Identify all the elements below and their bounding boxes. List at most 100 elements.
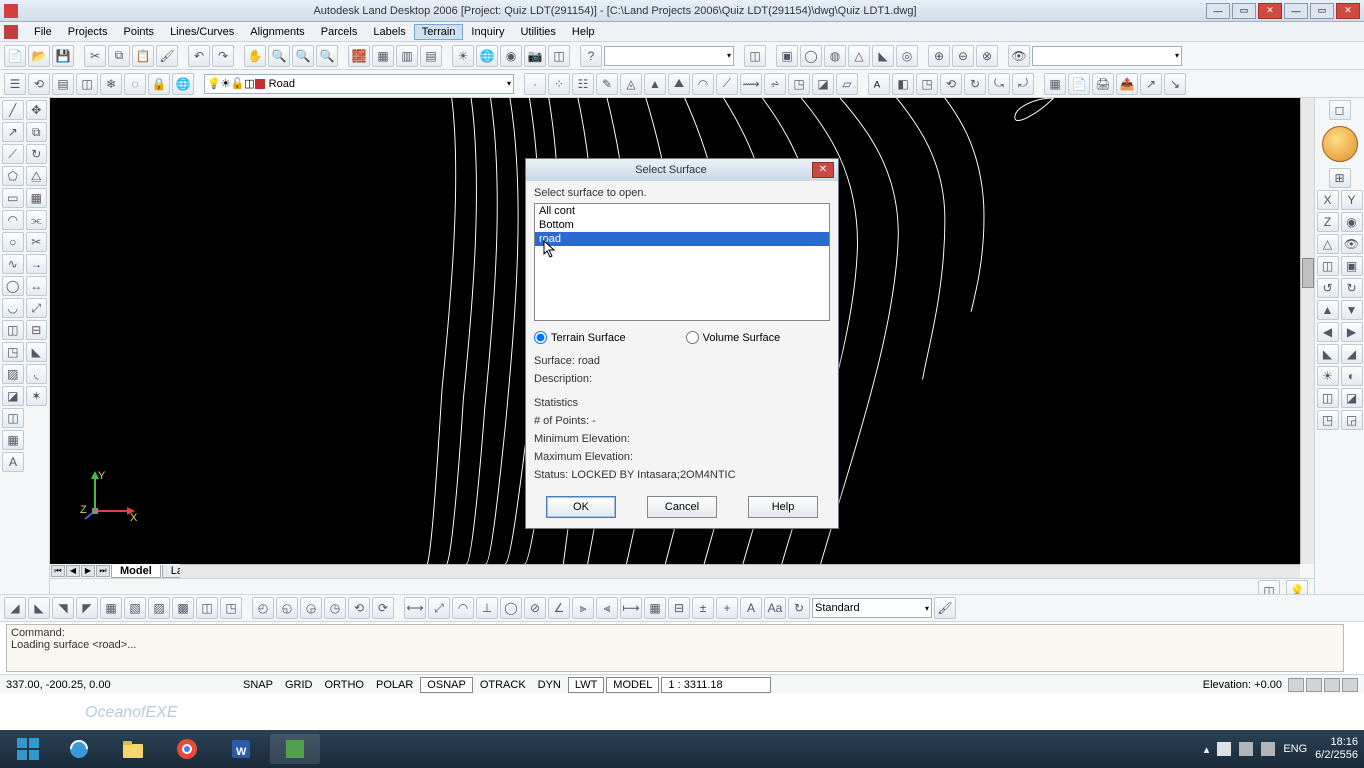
surface-listbox[interactable]: All cont Bottom road: [534, 203, 830, 321]
rotview-icon[interactable]: ⤿: [988, 73, 1010, 95]
menu-inquiry[interactable]: Inquiry: [463, 24, 512, 40]
cube-icon[interactable]: ◳: [916, 73, 938, 95]
align-icon[interactable]: ⟿: [740, 73, 762, 95]
dim-rad-icon[interactable]: ◯: [500, 597, 522, 619]
compass-globe-icon[interactable]: [1322, 126, 1358, 162]
ucsf-icon[interactable]: ◫: [1317, 256, 1339, 276]
dimstyle-combo[interactable]: Standard▾: [812, 598, 932, 618]
stretch-icon[interactable]: ↔: [26, 276, 48, 296]
arc-icon[interactable]: ◠: [2, 210, 24, 230]
pan-icon[interactable]: ✋: [244, 45, 266, 67]
tray-flag-icon[interactable]: [1217, 742, 1231, 756]
terrain-surface-radio[interactable]: Terrain Surface: [534, 331, 626, 344]
viewiso2-icon[interactable]: ◢: [1341, 344, 1363, 364]
point-icon[interactable]: ·: [524, 73, 546, 95]
menu-file[interactable]: File: [26, 24, 60, 40]
ucs2-icon[interactable]: ◧: [892, 73, 914, 95]
union-icon[interactable]: ⊕: [928, 45, 950, 67]
cut-icon[interactable]: ✂: [84, 45, 106, 67]
spline-icon[interactable]: ∿: [2, 254, 24, 274]
clip-icon[interactable]: ◫: [548, 45, 570, 67]
zoom-prev-icon[interactable]: 🔍: [292, 45, 314, 67]
inq4-icon[interactable]: ◤: [76, 597, 98, 619]
dialog-close-button[interactable]: ✕: [812, 162, 834, 178]
properties-icon[interactable]: 🧱: [348, 45, 370, 67]
solid-sphere-icon[interactable]: ◯: [800, 45, 822, 67]
chamfer-icon[interactable]: ◣: [26, 342, 48, 362]
break-icon[interactable]: ⊟: [26, 320, 48, 340]
line-icon[interactable]: ╱: [2, 100, 24, 120]
surface-option[interactable]: All cont: [535, 204, 829, 218]
inq10-icon[interactable]: ◳: [220, 597, 242, 619]
grid-toggle[interactable]: GRID: [280, 677, 318, 693]
tray-volume-icon[interactable]: [1261, 742, 1275, 756]
rotate3d-icon[interactable]: ↻: [964, 73, 986, 95]
insert-icon[interactable]: ◫: [2, 320, 24, 340]
coordinates[interactable]: 337.00, -200.25, 0.00: [6, 679, 236, 691]
dim-styleedit-icon[interactable]: 🖌: [934, 597, 956, 619]
menu-terrain[interactable]: Terrain: [414, 24, 464, 40]
maplayer-icon[interactable]: 🌐: [172, 73, 194, 95]
surface-option-selected[interactable]: road: [535, 232, 829, 246]
inq5-icon[interactable]: ▦: [100, 597, 122, 619]
solid-cone-icon[interactable]: △: [848, 45, 870, 67]
paste-icon[interactable]: 📋: [132, 45, 154, 67]
dim-quick-icon[interactable]: ⫸: [572, 597, 594, 619]
move-icon[interactable]: ✥: [26, 100, 48, 120]
trim-icon[interactable]: ✂: [26, 232, 48, 252]
viewtop-icon[interactable]: ▲: [1317, 300, 1339, 320]
solid-torus-icon[interactable]: ◎: [896, 45, 918, 67]
surface-option[interactable]: Bottom: [535, 218, 829, 232]
solid-cyl-icon[interactable]: ◍: [824, 45, 846, 67]
menu-labels[interactable]: Labels: [365, 24, 413, 40]
close-button[interactable]: ✕: [1258, 3, 1282, 19]
camera-icon[interactable]: 📷: [524, 45, 546, 67]
layerlock-icon[interactable]: 🔒: [148, 73, 170, 95]
ucs-world-icon[interactable]: ⊞: [1329, 168, 1351, 188]
snap-toggle[interactable]: SNAP: [238, 677, 278, 693]
section-icon[interactable]: ⟋: [716, 73, 738, 95]
gradient-icon[interactable]: ◪: [2, 386, 24, 406]
viewleft-icon[interactable]: ◀: [1317, 322, 1339, 342]
layer-prev-icon[interactable]: ⟲: [28, 73, 50, 95]
status-icon-4[interactable]: [1342, 678, 1358, 692]
materials-icon[interactable]: 🌐: [476, 45, 498, 67]
intersect-icon[interactable]: ⊗: [976, 45, 998, 67]
sheetset-icon[interactable]: ▤: [420, 45, 442, 67]
horizontal-scrollbar[interactable]: [180, 564, 1300, 578]
inq8-icon[interactable]: ▩: [172, 597, 194, 619]
pline-icon[interactable]: ⟋: [2, 144, 24, 164]
inq12-icon[interactable]: ◵: [276, 597, 298, 619]
doc-maximize-button[interactable]: ▭: [1310, 3, 1334, 19]
dim-base-icon[interactable]: ⫷: [596, 597, 618, 619]
rotate-icon[interactable]: ↻: [26, 144, 48, 164]
language-indicator[interactable]: ENG: [1283, 743, 1307, 755]
polygon-icon[interactable]: ⬠: [2, 166, 24, 186]
dim-linear-icon[interactable]: ⟷: [404, 597, 426, 619]
mirror-icon[interactable]: ⧋: [26, 166, 48, 186]
dim-center-icon[interactable]: +: [716, 597, 738, 619]
dim-ord-icon[interactable]: ⊥: [476, 597, 498, 619]
terrain-icon[interactable]: ⛰: [668, 73, 690, 95]
ucsn-icon[interactable]: ↻: [1341, 278, 1363, 298]
matchprop-icon[interactable]: 🖌: [156, 45, 178, 67]
report-icon[interactable]: 📄: [1068, 73, 1090, 95]
offset-icon[interactable]: ⫘: [26, 210, 48, 230]
solid-wedge-icon[interactable]: ◣: [872, 45, 894, 67]
dim-edit-icon[interactable]: A: [740, 597, 762, 619]
help-button[interactable]: Help: [748, 496, 818, 518]
parcels-icon[interactable]: ▱: [836, 73, 858, 95]
ucsy-icon[interactable]: Y: [1341, 190, 1363, 210]
volume-surface-radio[interactable]: Volume Surface: [686, 331, 781, 344]
copy-icon[interactable]: ⧉: [108, 45, 130, 67]
viewright-icon[interactable]: ▶: [1341, 322, 1363, 342]
inq11-icon[interactable]: ◴: [252, 597, 274, 619]
viewiso1-icon[interactable]: ◣: [1317, 344, 1339, 364]
inq14-icon[interactable]: ◷: [324, 597, 346, 619]
menu-points[interactable]: Points: [115, 24, 162, 40]
profile-icon[interactable]: ⩫: [764, 73, 786, 95]
ucsp-icon[interactable]: ↺: [1317, 278, 1339, 298]
layerstate-icon[interactable]: ▤: [52, 73, 74, 95]
surfutil-icon[interactable]: ▲: [644, 73, 666, 95]
hide-icon[interactable]: ◪: [1341, 388, 1363, 408]
